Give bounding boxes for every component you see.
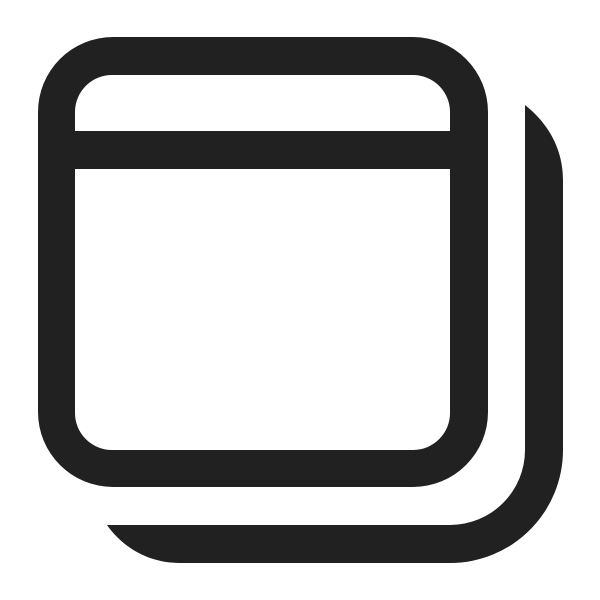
icon-canvas (0, 0, 600, 600)
back-window-shadow (107, 105, 563, 563)
front-window-frame (38, 37, 488, 487)
title-bar-divider (74, 131, 452, 169)
window-multiple-icon (38, 37, 563, 563)
